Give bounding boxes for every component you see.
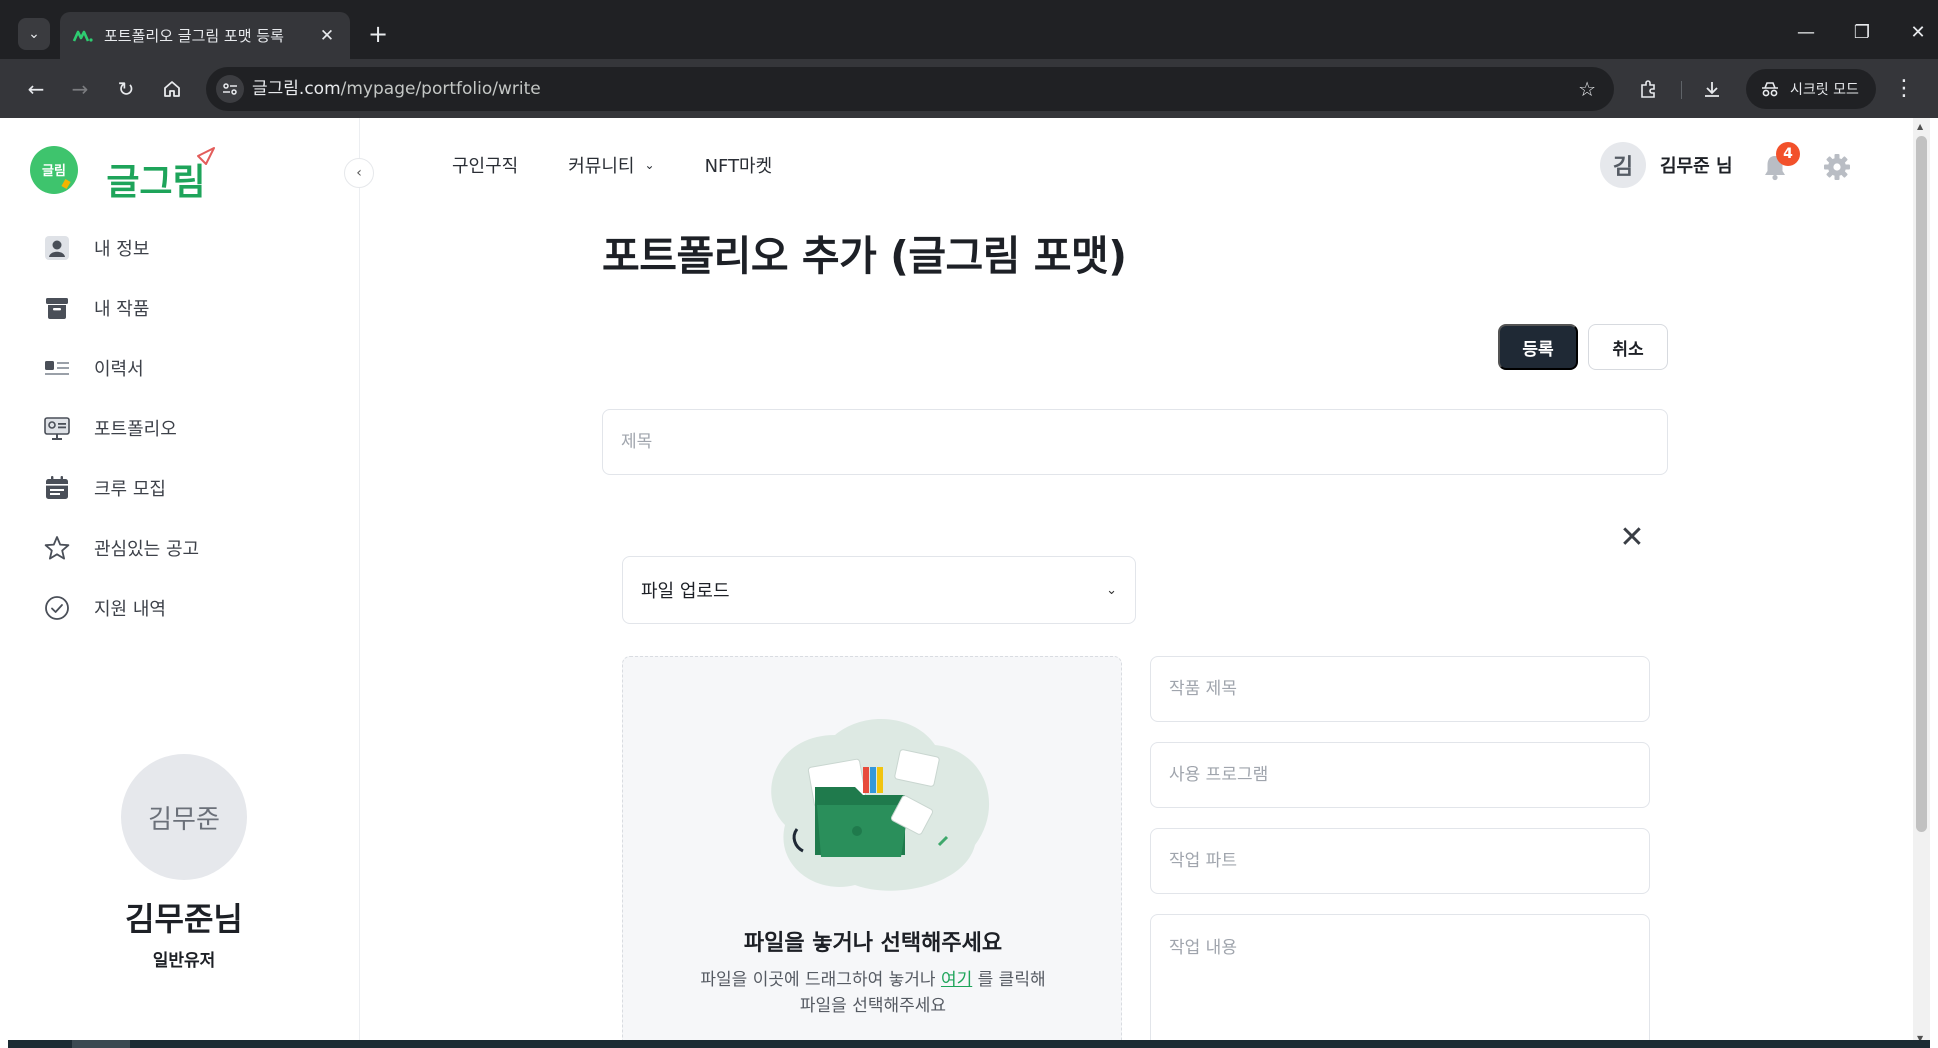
sidebar-item-applications[interactable]: 지원 내역	[44, 578, 334, 638]
scroll-up-icon[interactable]: ▲	[1917, 122, 1923, 131]
register-button[interactable]: 등록	[1498, 324, 1578, 370]
upload-type-value: 파일 업로드	[641, 581, 730, 602]
upload-type-select[interactable]: 파일 업로드 ⌄	[622, 556, 1136, 624]
incognito-indicator[interactable]: 시크릿 모드	[1746, 69, 1876, 109]
work-part-input[interactable]	[1150, 828, 1650, 894]
work-title-input[interactable]	[1150, 656, 1650, 722]
page-title: 포트폴리오 추가 (글그림 포맷)	[602, 232, 1127, 280]
file-dropzone[interactable]: 파일을 놓거나 선택해주세요 파일을 이곳에 드래그하여 놓거나 여기 를 클릭…	[622, 656, 1122, 1048]
browser-menu-icon[interactable]: ⋮	[1892, 73, 1916, 105]
minimize-button[interactable]: —	[1786, 18, 1826, 48]
sidebar-item-label: 내 작품	[94, 299, 150, 320]
svg-text:글림: 글림	[42, 164, 66, 179]
work-content-textarea[interactable]	[1150, 914, 1650, 1048]
portfolio-icon	[44, 415, 70, 441]
user-avatar: 김	[1600, 142, 1646, 188]
user-icon	[44, 235, 70, 261]
taskbar	[8, 1040, 1930, 1048]
star-icon	[44, 535, 70, 561]
site-favicon-icon	[72, 30, 93, 42]
dropzone-desc-text: 를 클릭해	[977, 970, 1046, 990]
dropzone-title: 파일을 놓거나 선택해주세요	[743, 931, 1003, 956]
bookmark-star-icon[interactable]: ☆	[1578, 77, 1596, 101]
taskbar-active-item[interactable]	[72, 1040, 130, 1048]
user-name: 김무준 님	[1660, 156, 1733, 177]
address-bar[interactable]: 글그림.com/mypage/portfolio/write ☆	[206, 67, 1614, 111]
back-arrow-icon[interactable]: ←	[20, 73, 52, 105]
logo[interactable]: 글림 글그림	[30, 146, 230, 208]
tab-search-button[interactable]: ⌄	[18, 18, 50, 50]
tab-close-icon[interactable]: ✕	[316, 26, 338, 46]
user-menu[interactable]: 김 김무준 님	[1600, 142, 1733, 188]
close-icon[interactable]: ✕	[1618, 523, 1646, 553]
sidebar-item-my-info[interactable]: 내 정보	[44, 218, 334, 278]
sidebar-item-resume[interactable]: 이력서	[44, 338, 334, 398]
sidebar-item-favorites[interactable]: 관심있는 공고	[44, 518, 334, 578]
url-text: 글그림.com/mypage/portfolio/write	[252, 79, 541, 99]
profile-role: 일반유저	[152, 951, 216, 971]
browser-tab-active[interactable]: 포트폴리오 글그림 포맷 등록 ✕	[60, 12, 350, 59]
site-info-icon[interactable]	[216, 75, 244, 103]
svg-text:글그림: 글그림	[106, 162, 205, 203]
browser-toolbar: ← → ↻ 글그림.com/mypage/portfolio/write ☆ 시…	[0, 59, 1938, 118]
home-icon[interactable]	[156, 73, 188, 105]
title-input[interactable]	[602, 409, 1668, 475]
extensions-icon[interactable]	[1632, 73, 1664, 105]
cancel-button[interactable]: 취소	[1588, 324, 1668, 370]
gear-icon[interactable]	[1822, 152, 1852, 182]
chevron-down-icon: ⌄	[1106, 582, 1117, 598]
incognito-label: 시크릿 모드	[1790, 82, 1859, 98]
notification-badge: 4	[1776, 142, 1800, 166]
dropzone-description: 파일을 이곳에 드래그하여 놓거나 여기 를 클릭해 파일을 선택해주세요	[623, 967, 1123, 1019]
restore-button[interactable]: ❐	[1842, 18, 1882, 48]
nav-jobs-label: 구인구직	[452, 156, 519, 177]
sidebar-item-label: 이력서	[94, 359, 144, 380]
sidebar-menu: 내 정보 내 작품 이력서 포트폴리오 크루 모집 관심있는 공고 지원 내역	[44, 218, 334, 638]
profile-name: 김무준님	[125, 900, 243, 938]
sidebar: 글림 글그림 내 정보 내 작품 이력서 포트폴리오 크루 모집 관심있는 공고…	[8, 118, 360, 1048]
forward-arrow-icon[interactable]: →	[64, 73, 96, 105]
check-circle-icon	[44, 595, 70, 621]
sidebar-item-label: 포트폴리오	[94, 419, 177, 440]
window-close-button[interactable]: ✕	[1898, 18, 1938, 48]
tab-title: 포트폴리오 글그림 포맷 등록	[104, 27, 284, 45]
dropzone-desc-text: 파일을 이곳에 드래그하여 놓거나	[700, 970, 936, 990]
page: 글림 글그림 내 정보 내 작품 이력서 포트폴리오 크루 모집 관심있는 공고…	[8, 118, 1930, 1048]
nav-nft-label: NFT마켓	[704, 156, 773, 177]
chevron-down-icon: ⌄	[644, 158, 655, 172]
dropzone-desc-text: 파일을 선택해주세요	[799, 996, 947, 1016]
archive-icon	[44, 295, 70, 321]
dropzone-browse-link[interactable]: 여기	[941, 970, 972, 990]
sidebar-item-label: 내 정보	[94, 239, 150, 260]
nav-nft-market[interactable]: NFT마켓	[705, 152, 773, 178]
sidebar-item-my-works[interactable]: 내 작품	[44, 278, 334, 338]
reload-icon[interactable]: ↻	[110, 73, 142, 105]
toolbar-divider	[1681, 81, 1682, 99]
program-input[interactable]	[1150, 742, 1650, 808]
resume-icon	[44, 355, 70, 381]
download-icon[interactable]	[1696, 73, 1728, 105]
sidebar-item-crew[interactable]: 크루 모집	[44, 458, 334, 518]
scroll-thumb[interactable]	[1916, 136, 1927, 832]
nav-community-label: 커뮤니티	[568, 156, 635, 177]
folder-illustration	[771, 718, 990, 891]
incognito-icon	[1762, 82, 1778, 97]
calendar-icon	[44, 475, 70, 501]
sidebar-item-portfolio[interactable]: 포트폴리오	[44, 398, 334, 458]
sidebar-item-label: 지원 내역	[94, 599, 166, 620]
sidebar-collapse-button[interactable]: ‹	[344, 158, 374, 188]
top-nav: 구인구직 커뮤니티 ⌄ NFT마켓	[452, 152, 822, 178]
profile-avatar[interactable]: 김무준	[121, 754, 247, 880]
nav-jobs[interactable]: 구인구직	[452, 152, 518, 178]
page-scrollbar[interactable]: ▲ ▼	[1913, 118, 1930, 1048]
sidebar-item-label: 크루 모집	[94, 479, 166, 500]
nav-community[interactable]: 커뮤니티 ⌄	[568, 152, 654, 178]
new-tab-button[interactable]: +	[364, 20, 392, 48]
sidebar-item-label: 관심있는 공고	[94, 539, 200, 560]
browser-tab-bar: ⌄ 포트폴리오 글그림 포맷 등록 ✕ + — ❐ ✕	[0, 0, 1938, 59]
